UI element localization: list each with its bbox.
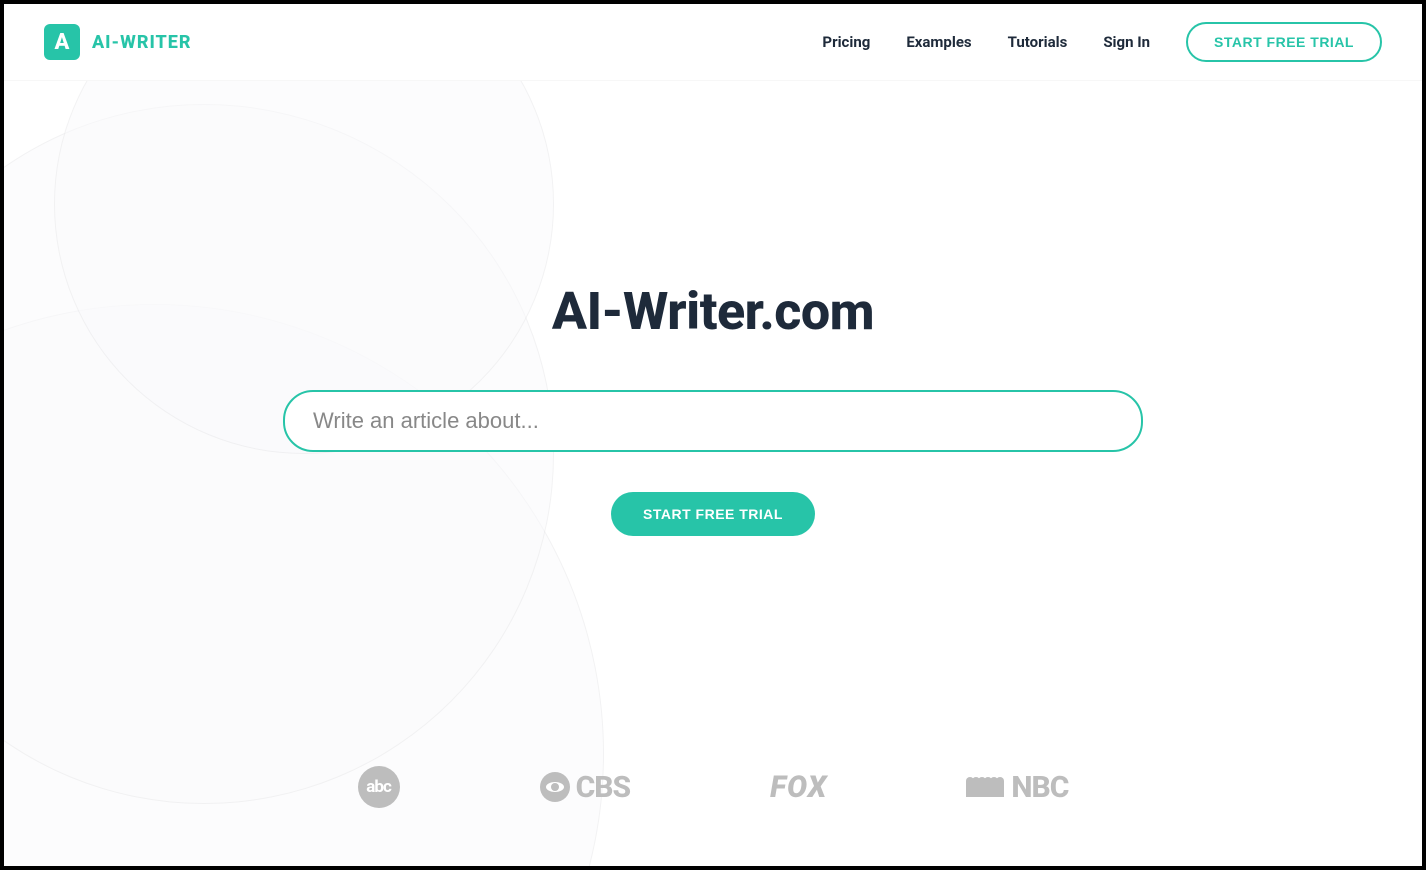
logo-mark-icon: A [44, 24, 80, 60]
hero-input-container [283, 390, 1143, 452]
nbc-text: NBC [1011, 770, 1068, 805]
nav-link-signin[interactable]: Sign In [1103, 33, 1150, 51]
hero-title: AI-Writer.com [4, 281, 1422, 342]
abc-logo-icon: abc [358, 766, 400, 808]
nav-link-pricing[interactable]: Pricing [822, 33, 870, 51]
primary-nav: Pricing Examples Tutorials Sign In START… [822, 22, 1382, 62]
logo-letter: A [55, 30, 70, 55]
cbs-eye-icon [540, 772, 570, 802]
brand-logo[interactable]: A AI-WRITER [44, 24, 192, 60]
nbc-peacock-icon [967, 777, 1003, 797]
hero-free-trial-button[interactable]: START FREE TRIAL [611, 492, 815, 536]
press-logo-fox: FOX [770, 770, 827, 805]
article-topic-input[interactable] [283, 390, 1143, 452]
nav-link-tutorials[interactable]: Tutorials [1008, 33, 1068, 51]
site-header: A AI-WRITER Pricing Examples Tutorials S… [4, 4, 1422, 81]
fox-text: FOX [770, 770, 827, 805]
cbs-text: CBS [576, 770, 631, 805]
press-logo-abc: abc [358, 766, 400, 808]
press-logo-nbc: NBC [967, 770, 1068, 805]
brand-name: AI-WRITER [92, 32, 192, 53]
press-logo-cbs: CBS [540, 770, 631, 805]
hero-section: AI-Writer.com START FREE TRIAL [4, 81, 1422, 536]
press-logos-row: abc CBS FOX NBC [4, 766, 1422, 808]
nav-link-examples[interactable]: Examples [906, 33, 971, 51]
header-free-trial-button[interactable]: START FREE TRIAL [1186, 22, 1382, 62]
